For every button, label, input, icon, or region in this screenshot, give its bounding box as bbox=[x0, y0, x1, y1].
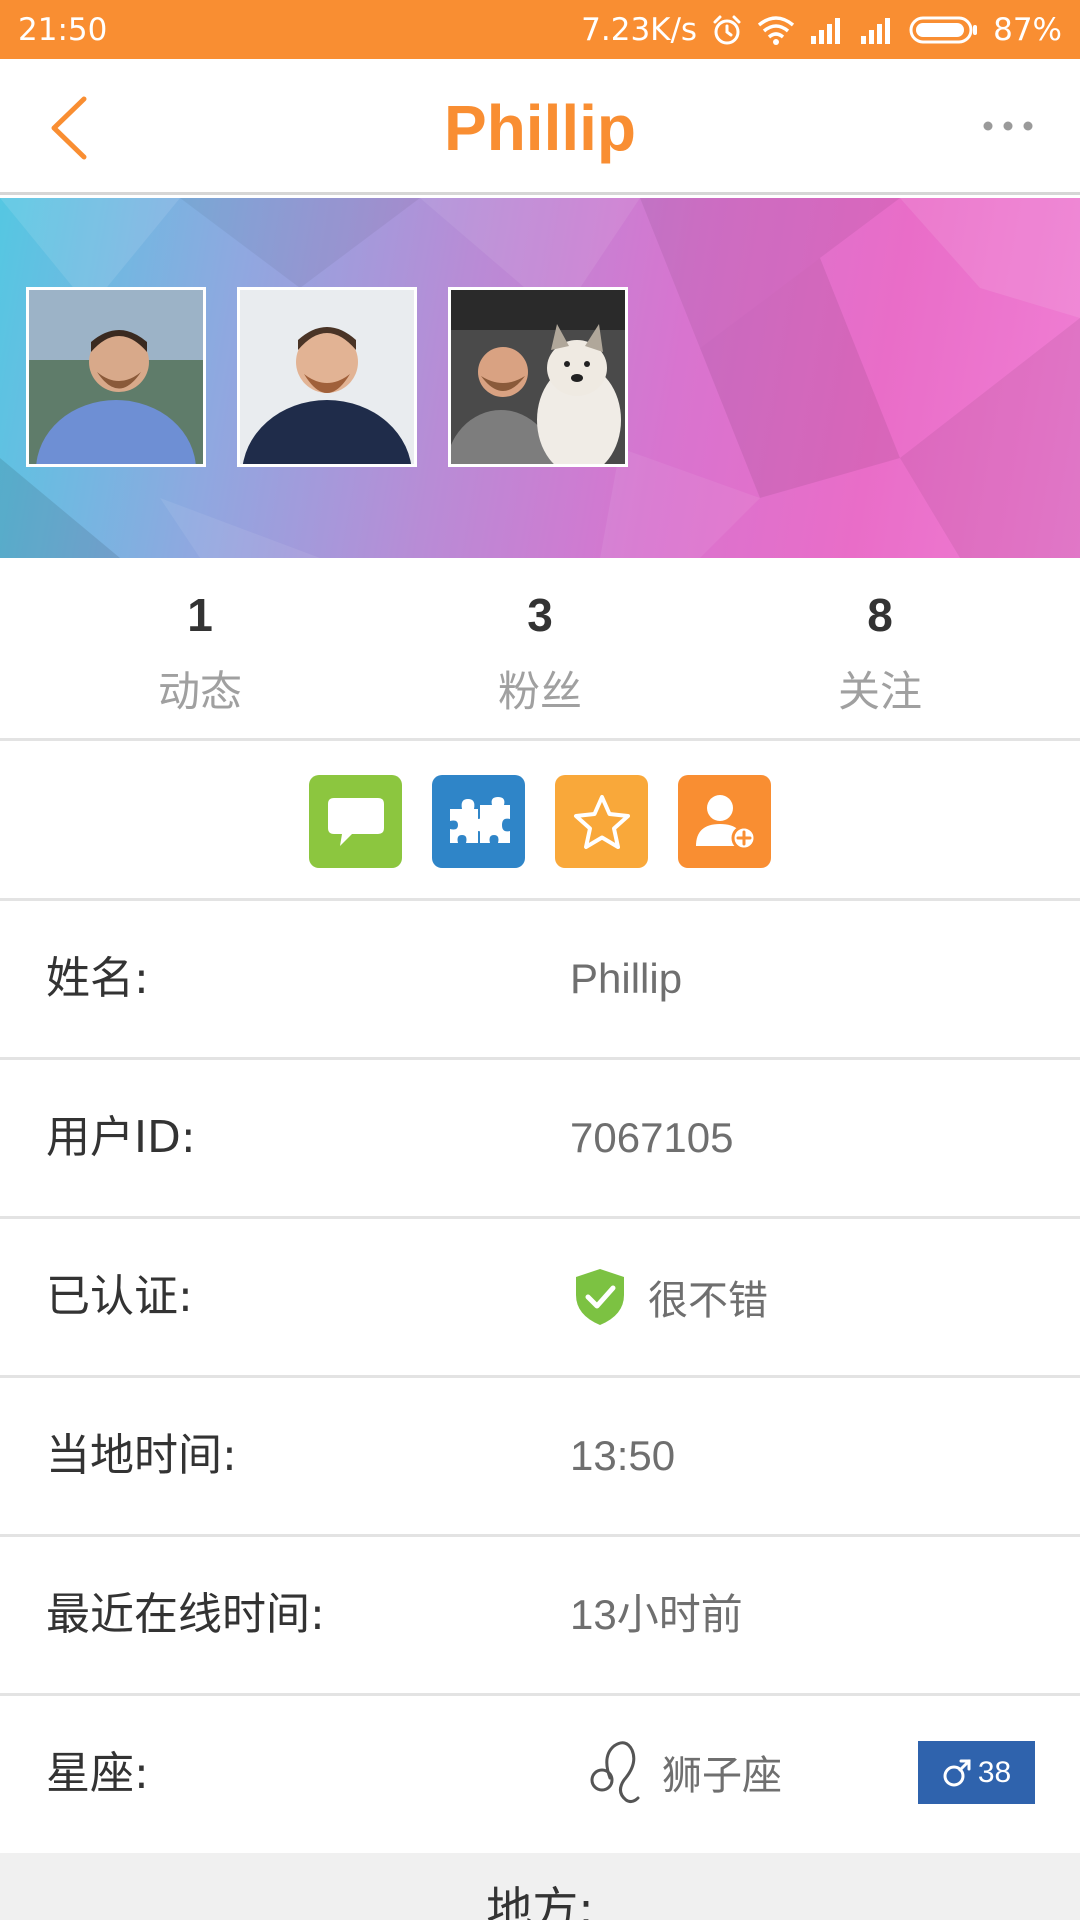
battery-percent: 87% bbox=[993, 11, 1062, 48]
battery-indicator bbox=[909, 15, 979, 45]
gender-age-badge: 38 bbox=[918, 1741, 1035, 1804]
profile-photo-1[interactable] bbox=[26, 287, 206, 467]
leo-icon bbox=[590, 1741, 640, 1804]
stats-bar: 1 动态 3 粉丝 8 关注 bbox=[0, 558, 1080, 741]
puzzle-icon bbox=[449, 796, 510, 843]
status-icons: 7.23K/s 87% bbox=[581, 12, 1062, 48]
local-time-label: 当地时间: bbox=[46, 1430, 237, 1481]
signal-icon bbox=[811, 17, 841, 44]
action-buttons bbox=[0, 741, 1080, 901]
male-icon bbox=[943, 1759, 971, 1786]
battery-icon bbox=[909, 16, 978, 43]
stat-count: 3 bbox=[527, 589, 553, 641]
user-id-label: 用户ID: bbox=[46, 1112, 196, 1163]
stat-count: 1 bbox=[187, 589, 213, 641]
profile-photo-2[interactable] bbox=[237, 287, 417, 467]
row-verified: 已认证: 很不错 bbox=[0, 1219, 1080, 1378]
top-bar: Phillip bbox=[0, 59, 1080, 195]
location-title: 地方: bbox=[486, 1882, 594, 1920]
favorite-button[interactable] bbox=[555, 775, 648, 868]
status-bar: 21:50 7.23K/s 87% bbox=[0, 0, 1080, 59]
zodiac-sign: 狮子座 bbox=[588, 1736, 782, 1808]
status-time: 21:50 bbox=[18, 11, 108, 48]
last-online-label: 最近在线时间: bbox=[46, 1589, 325, 1640]
zodiac-value: 狮子座 bbox=[662, 1753, 782, 1799]
name-label: 姓名: bbox=[46, 953, 149, 1004]
verified-value: 很不错 bbox=[648, 1278, 768, 1324]
zodiac-label: 星座: bbox=[46, 1748, 149, 1799]
row-last-online: 最近在线时间: 13小时前 bbox=[0, 1537, 1080, 1696]
last-online-value: 13小时前 bbox=[570, 1591, 743, 1638]
more-icon[interactable] bbox=[982, 119, 1034, 133]
message-button[interactable] bbox=[309, 775, 402, 868]
stat-label: 动态 bbox=[157, 667, 242, 716]
user-id-value: 7067105 bbox=[570, 1114, 734, 1161]
add-user-icon bbox=[695, 794, 756, 850]
row-user-id: 用户ID: 7067105 bbox=[0, 1060, 1080, 1219]
stat-count: 8 bbox=[867, 589, 893, 641]
row-local-time: 当地时间: 13:50 bbox=[0, 1378, 1080, 1537]
wifi-icon bbox=[757, 15, 795, 45]
verified-status: 很不错 bbox=[572, 1267, 768, 1327]
row-zodiac: 星座: 狮子座 38 bbox=[0, 1696, 1080, 1853]
verified-shield-icon bbox=[576, 1269, 624, 1325]
location-section: 地方: bbox=[0, 1853, 1080, 1920]
signal-icon bbox=[861, 17, 891, 44]
stat-label: 关注 bbox=[837, 667, 922, 716]
follow-button[interactable] bbox=[678, 775, 771, 868]
row-name: 姓名: Phillip bbox=[0, 901, 1080, 1060]
local-time-value: 13:50 bbox=[570, 1432, 676, 1479]
net-speed: 7.23K/s bbox=[581, 11, 698, 48]
stat-label: 粉丝 bbox=[497, 667, 582, 716]
profile-photo-3-with-dog[interactable] bbox=[448, 287, 628, 467]
match-button[interactable] bbox=[432, 775, 525, 868]
page-title: Phillip bbox=[444, 92, 636, 164]
verified-label: 已认证: bbox=[46, 1271, 193, 1322]
star-icon bbox=[573, 794, 630, 849]
alarm-icon bbox=[713, 15, 741, 44]
chat-bubble-icon bbox=[327, 797, 384, 846]
age-value: 38 bbox=[977, 1755, 1012, 1789]
name-value: Phillip bbox=[570, 955, 683, 1002]
